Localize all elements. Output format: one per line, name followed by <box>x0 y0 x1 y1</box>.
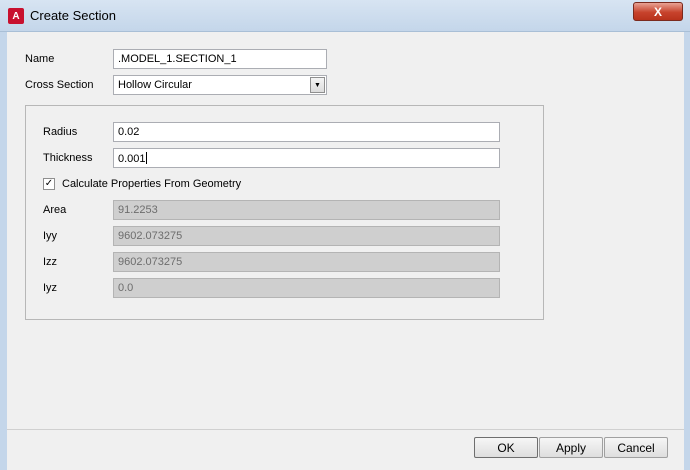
apply-button[interactable]: Apply <box>539 437 603 458</box>
radius-input[interactable]: 0.02 <box>113 122 500 142</box>
radius-label: Radius <box>43 126 78 138</box>
iyy-field: 9602.073275 <box>113 226 500 246</box>
name-label: Name <box>25 53 55 65</box>
area-field: 91.2253 <box>113 200 500 220</box>
izz-field: 9602.073275 <box>113 252 500 272</box>
iyz-label: Iyz <box>43 282 58 294</box>
text-cursor <box>145 152 147 164</box>
window-frame-left <box>0 32 7 470</box>
cancel-button[interactable]: Cancel <box>604 437 668 458</box>
iyy-label: Iyy <box>43 230 58 242</box>
izz-label: Izz <box>43 256 58 268</box>
calc-props-label: Calculate Properties From Geometry <box>62 178 242 190</box>
area-label: Area <box>43 204 67 216</box>
app-icon: A <box>8 8 24 24</box>
close-button[interactable]: X <box>633 2 683 21</box>
create-section-dialog: A Create Section X Name .MODEL_1.SECTION… <box>0 0 690 470</box>
title-bar[interactable]: A Create Section X <box>0 0 690 32</box>
thickness-label: Thickness <box>43 152 93 164</box>
cross-section-selected-value: Hollow Circular <box>118 79 192 91</box>
footer-divider <box>7 429 684 430</box>
thickness-value: 0.001 <box>118 153 146 165</box>
window-frame-right <box>684 32 690 470</box>
name-input[interactable]: .MODEL_1.SECTION_1 <box>113 49 327 69</box>
dialog-client-area: Name .MODEL_1.SECTION_1 Cross Section Ho… <box>7 32 684 470</box>
thickness-input[interactable]: 0.001 <box>113 148 500 168</box>
window-title: Create Section <box>30 8 116 23</box>
chevron-down-icon[interactable]: ▼ <box>310 77 325 93</box>
calc-props-checkbox[interactable]: ✓ <box>43 178 55 190</box>
section-properties-group: Radius 0.02 Thickness 0.001 ✓ Calculate … <box>25 105 544 320</box>
ok-button[interactable]: OK <box>474 437 538 458</box>
iyz-field: 0.0 <box>113 278 500 298</box>
cross-section-label: Cross Section <box>25 79 94 91</box>
cross-section-select[interactable]: Hollow Circular ▼ <box>113 75 327 95</box>
